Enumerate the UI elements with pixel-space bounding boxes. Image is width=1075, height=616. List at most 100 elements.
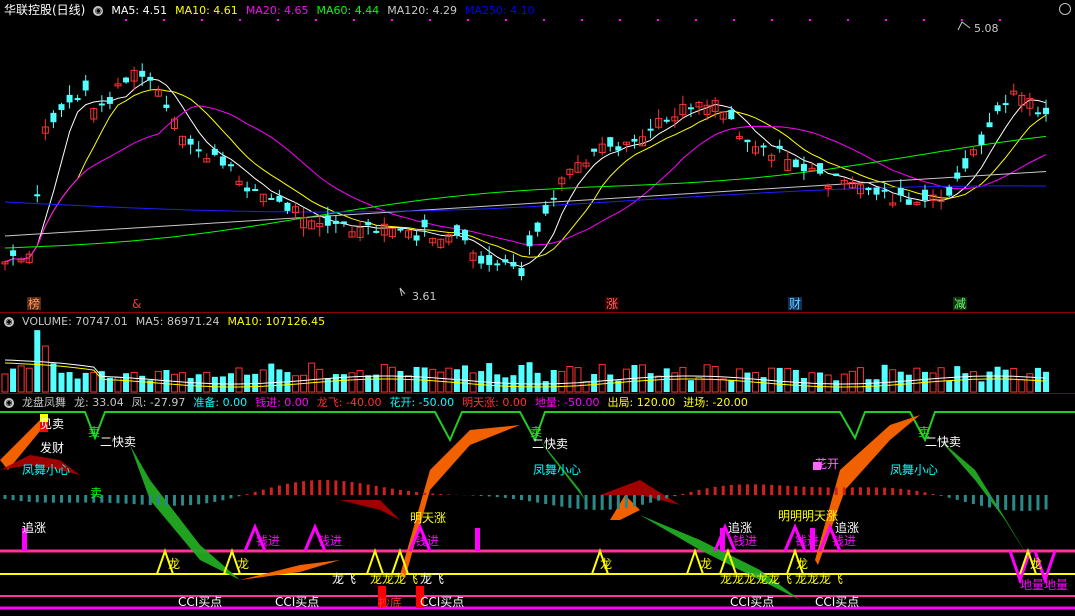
signal-dot: [771, 19, 773, 21]
volume-bar: [550, 369, 557, 392]
candle-body: [719, 111, 727, 120]
volume-bar: [566, 365, 574, 393]
volume-bar: [728, 379, 735, 392]
candle-body: [889, 202, 897, 206]
stock-title[interactable]: 华联控股(日线): [4, 3, 85, 17]
candlestick-chart[interactable]: 5.083.61榜 & 涨财减见卖发财凤舞小心卖二快卖卖追涨钱进 钱进龙 龙CCI买点 C…: [0, 0, 1075, 616]
candle-body: [865, 187, 872, 191]
candle-body: [388, 227, 396, 238]
indicator-annotation-13: 龙飞: [332, 572, 356, 586]
indicator-annotation-9: 龙: [168, 557, 180, 571]
volume-bar: [478, 371, 485, 392]
indicator-annotation-41: 地量地量: [1020, 578, 1068, 592]
candle-body: [123, 77, 130, 83]
candle-body: [905, 199, 912, 205]
ind-label-8: 地量: -50.00: [534, 396, 600, 409]
dragon-signal: [366, 547, 384, 575]
volume-bar: [768, 367, 776, 393]
ind-label-2: 凤: -27.97: [131, 396, 186, 409]
volume-bar: [179, 372, 187, 393]
volume-ma5: [4, 359, 1047, 385]
candle-body: [437, 238, 445, 248]
volume-bar: [679, 366, 687, 393]
volume-settings-icon[interactable]: ◉: [4, 317, 14, 327]
candle-body: [582, 162, 590, 167]
ma250-line: [4, 185, 1047, 213]
dragon-signal: [786, 547, 804, 575]
candle-body: [453, 225, 460, 236]
dragon-signal: [156, 547, 174, 575]
signal-dot: [581, 19, 583, 21]
volume-bar: [114, 376, 122, 393]
volume-bar: [340, 374, 347, 392]
volume-bar: [445, 367, 453, 393]
candle-body: [211, 148, 218, 155]
volume-bar: [380, 364, 388, 393]
candle-body: [856, 184, 864, 195]
volume-bar: [461, 365, 468, 392]
candle-body: [461, 229, 468, 241]
candle-body: [946, 186, 953, 196]
volume-bar: [486, 363, 493, 392]
volume-bar: [784, 367, 792, 393]
volume-bar: [582, 380, 590, 393]
volume-bar: [453, 369, 460, 392]
indicator-annotation-16: 钱进: [415, 533, 439, 548]
signal-dot: [999, 19, 1001, 21]
candle-body: [615, 146, 622, 151]
volume-bar: [607, 374, 614, 392]
candle-body: [397, 228, 404, 231]
volume-bar: [776, 367, 783, 392]
volume-bar: [332, 374, 339, 392]
volume-bar: [227, 373, 234, 392]
ma-label-1: MA10: 4.61: [175, 4, 238, 17]
signal-dot: [809, 19, 811, 21]
candle-body: [558, 177, 566, 185]
volume-bar: [711, 366, 719, 393]
volume-bar: [1018, 379, 1026, 393]
indicator-annotation-1: 发财: [40, 440, 64, 455]
volume-bar: [510, 375, 517, 392]
volume-bar: [25, 367, 33, 393]
candle-body: [574, 162, 582, 173]
volume-bar: [324, 378, 331, 392]
window-control-icon[interactable]: [1059, 3, 1071, 15]
candle-body: [219, 156, 226, 166]
volume-bar: [647, 373, 654, 392]
candle-body: [728, 109, 735, 120]
volume-bar: [873, 379, 880, 392]
volume-bar: [17, 365, 25, 393]
ma-label-3: MA60: 4.44: [316, 4, 380, 17]
indicator-annotation-2: 凤舞小心: [22, 463, 70, 477]
candle-body: [340, 221, 347, 224]
volume-bar: [139, 375, 146, 392]
candle-body: [921, 189, 928, 201]
ind-label-1: 龙: 33.04: [74, 396, 124, 409]
signal-dot: [543, 19, 545, 21]
candle-body: [421, 219, 428, 228]
volume-bar: [82, 372, 89, 392]
money-signal: [713, 523, 737, 552]
volume-bar: [687, 380, 694, 392]
candle-body: [276, 195, 283, 202]
volume-bar: [373, 374, 380, 392]
event-marker-1: &: [132, 297, 141, 311]
signal-dot: [353, 19, 355, 21]
money-signal: [1033, 550, 1057, 585]
signal-block: [40, 414, 48, 422]
volume-bar: [429, 368, 437, 393]
settings-icon[interactable]: ◉: [93, 6, 104, 16]
indicator-settings-icon[interactable]: ◉: [4, 398, 14, 408]
volume-bar: [268, 363, 275, 392]
candle-body: [356, 226, 364, 238]
ind-label-0: 龙盘凤舞: [22, 396, 66, 409]
volume-bar: [929, 372, 937, 393]
candle-body: [147, 76, 154, 81]
volume-bar: [163, 370, 170, 392]
indicator-annotation-24: 钱进: [733, 533, 757, 548]
volume-bar: [98, 371, 105, 392]
candle-body: [50, 112, 57, 123]
candle-body: [679, 103, 687, 116]
vol-label-2: MA10: 107126.45: [227, 315, 326, 328]
candle-body: [413, 235, 420, 241]
